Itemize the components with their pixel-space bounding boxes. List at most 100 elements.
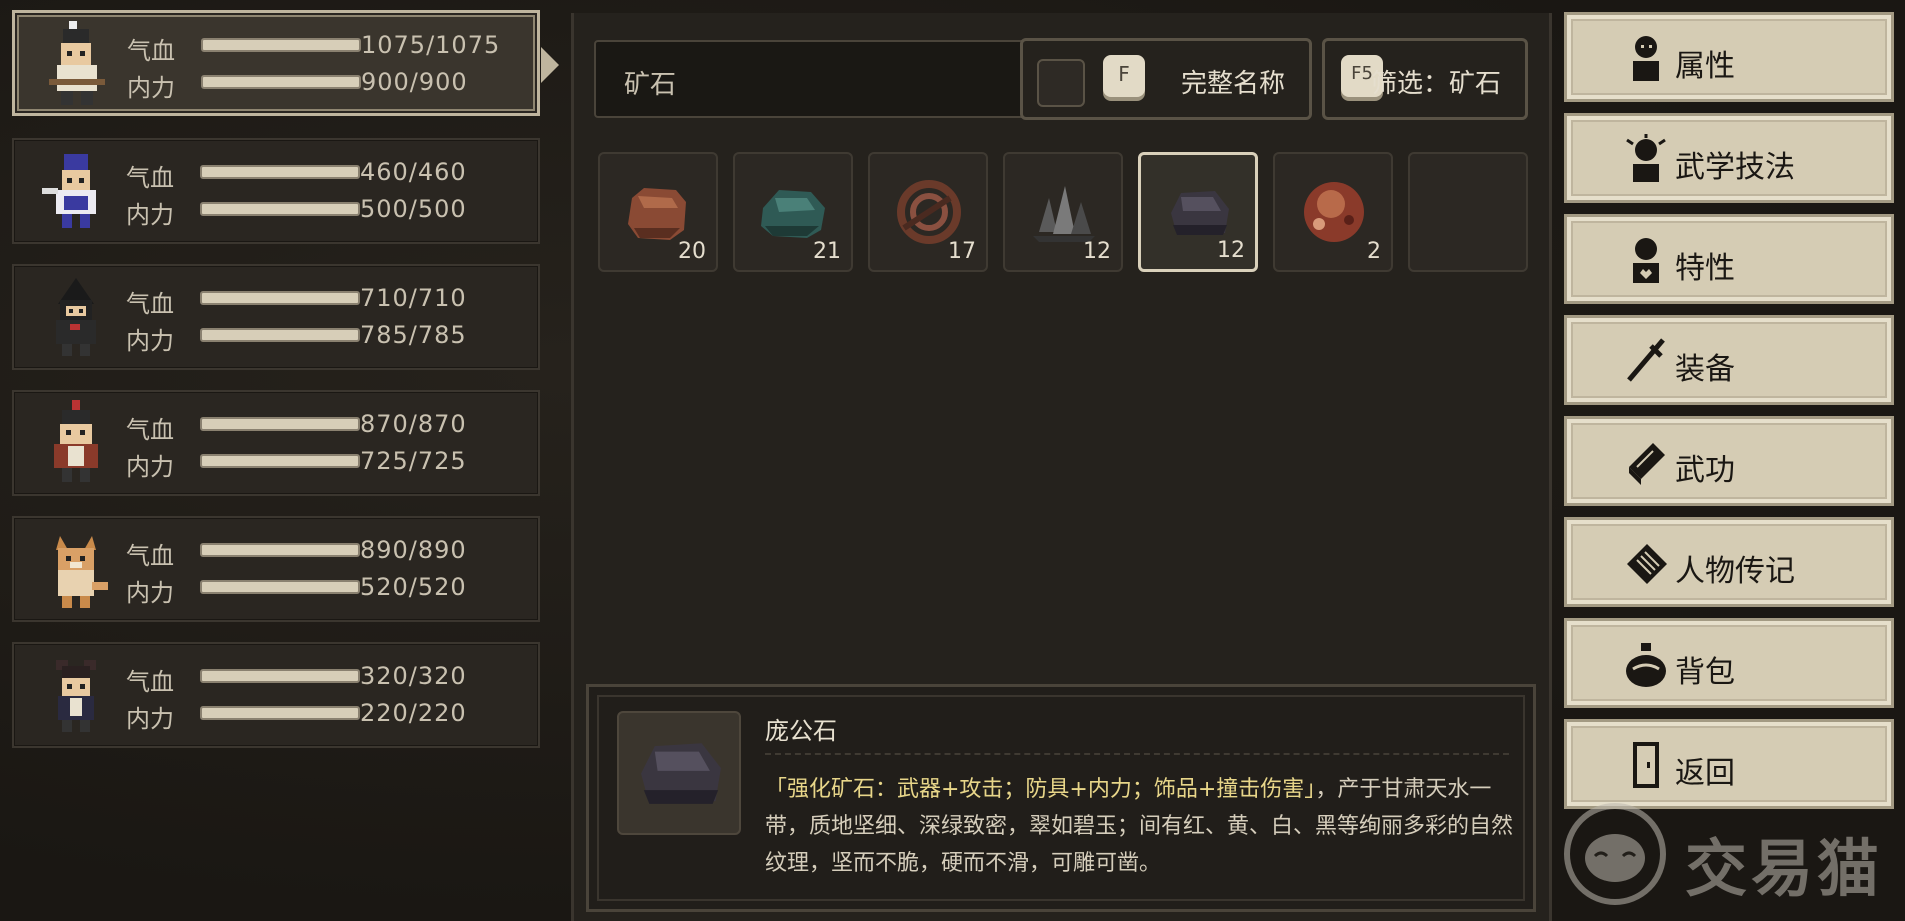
inventory-slot-selected[interactable]: 12 [1138,152,1258,272]
inventory-slot[interactable]: 17 [868,152,988,272]
cat-logo-icon [1564,803,1666,905]
character-avatar-6 [56,660,96,732]
hp-bar [200,165,360,179]
martial-arts-icon [1626,134,1666,182]
hp-label: 气血 [126,164,174,192]
party-member-card[interactable]: 气血 1075/1075 内力 900/900 [12,10,559,116]
character-avatar-5 [56,536,108,608]
item-name: 庞公石 [765,717,837,745]
item-count: 21 [813,239,841,264]
character-avatar-4 [54,400,98,482]
detail-item-icon-frame [617,711,741,835]
scroll-icon [1627,544,1667,584]
item-effect: 「强化矿石：武器+攻击；防具+内力；饰品+撞击伤害」 [765,777,1316,802]
character-avatar-2 [42,154,96,228]
person-icon [1633,36,1659,81]
mp-value: 220/220 [360,699,467,727]
red-ore-icon [1304,182,1364,242]
party-member-card[interactable]: 气血 320/320 内力 220/220 [12,642,540,748]
hp-bar [200,543,360,557]
mp-bar [201,75,361,89]
menu-label: 武功 [1675,453,1735,488]
party-member-card[interactable]: 气血 890/890 内力 520/520 [12,516,540,622]
fullname-label: 完整名称 [1181,69,1286,99]
mp-value: 900/900 [361,68,468,96]
mp-value: 500/500 [360,195,467,223]
mp-label: 内力 [126,453,174,481]
hp-bar [200,669,360,683]
trait-icon [1633,238,1659,283]
menu-traits[interactable]: 特性 [1564,214,1894,304]
inventory-slot[interactable]: 20 [598,152,718,272]
hp-value: 710/710 [360,284,467,312]
menu-martial-skills[interactable]: 武学技法 [1564,113,1894,203]
menu-attributes[interactable]: 属性 [1564,12,1894,102]
menu-label: 背包 [1675,655,1735,690]
item-detail-panel: 庞公石 「强化矿石：武器+攻击；防具+内力；饰品+撞击伤害」，产于甘肃天水一带，… [586,684,1536,912]
hp-value: 320/320 [360,662,467,690]
mp-value: 725/725 [360,447,467,475]
item-count: 20 [678,239,706,264]
menu-equipment[interactable]: 装备 [1564,315,1894,405]
hp-bar [201,38,361,52]
menu-label: 武学技法 [1675,150,1795,185]
mp-bar [200,202,360,216]
hp-bar [200,417,360,431]
hp-value: 460/460 [360,158,467,186]
mp-label: 内力 [126,705,174,733]
menu-label: 人物传记 [1675,554,1795,589]
character-avatar-3 [56,278,96,356]
menu-kung-fu[interactable]: 武功 [1564,416,1894,506]
divider [765,753,1509,755]
mp-value: 520/520 [360,573,467,601]
mp-label: 内力 [126,579,174,607]
search-input-value: 矿石 [624,70,677,100]
party-member-card[interactable]: 气血 710/710 内力 785/785 [12,264,540,370]
hp-value: 1075/1075 [361,31,501,59]
hp-bar [200,291,360,305]
hp-label: 气血 [126,542,174,570]
search-input[interactable]: 矿石 [594,40,1026,118]
party-member-card[interactable]: 气血 870/870 内力 725/725 [12,390,540,496]
inventory-slot[interactable]: 2 [1273,152,1393,272]
party-member-card[interactable]: 气血 460/460 内力 500/500 [12,138,540,244]
hp-label: 气血 [127,37,175,65]
inventory-slot[interactable]: 21 [733,152,853,272]
fullname-checkbox[interactable] [1037,59,1085,107]
sword-icon [1627,338,1665,382]
item-count: 17 [948,239,976,264]
fullname-toggle[interactable]: F 完整名称 [1020,38,1312,120]
mp-bar [200,706,360,720]
item-count: 12 [1217,238,1245,263]
mp-bar [200,328,360,342]
door-icon [1633,742,1659,788]
mp-bar [200,454,360,468]
hp-label: 气血 [126,290,174,318]
item-count: 12 [1083,239,1111,264]
hp-value: 870/870 [360,410,467,438]
selection-pointer [541,47,559,83]
menu-biography[interactable]: 人物传记 [1564,517,1894,607]
key-hint-f: F [1103,55,1145,97]
watermark-text: 交易猫 [1685,832,1884,905]
character-avatar-1 [49,21,105,105]
filter-label: 筛选：矿石 [1371,69,1502,99]
hp-label: 气血 [126,416,174,444]
bag-icon [1626,643,1666,687]
mp-label: 内力 [126,327,174,355]
menu-label: 返回 [1675,756,1735,791]
item-count: 2 [1367,239,1381,264]
menu-backpack[interactable]: 背包 [1564,618,1894,708]
mp-bar [200,580,360,594]
pang-gong-stone-icon [641,743,721,804]
mp-value: 785/785 [360,321,467,349]
watermark: 交易猫 [1555,796,1905,906]
filter-button[interactable]: F5 筛选：矿石 [1322,38,1528,120]
hp-label: 气血 [126,668,174,696]
menu-label: 特性 [1675,251,1735,286]
hp-value: 890/890 [360,536,467,564]
inventory-slot[interactable]: 12 [1003,152,1123,272]
mp-label: 内力 [127,74,175,102]
inventory-slot-empty[interactable] [1408,152,1528,272]
book-icon [1629,443,1665,485]
